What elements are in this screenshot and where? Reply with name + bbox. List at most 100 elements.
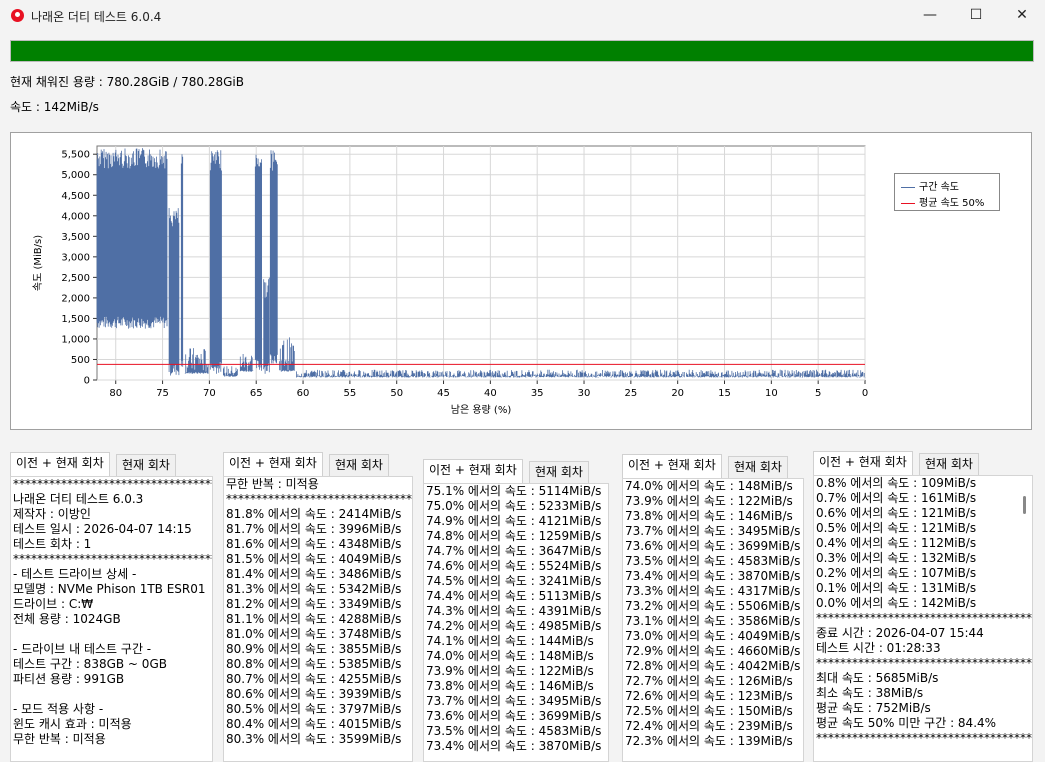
log-line: 81.8% 에서의 속도 : 2414MiB/s [226,507,402,521]
tab-previous-and-current[interactable]: 이전 + 현재 회차 [622,454,722,478]
log-line: 0.6% 에서의 속도 : 121MiB/s [816,506,977,520]
tab-current[interactable]: 현재 회차 [919,453,979,475]
log-line: 73.8% 에서의 속도 : 146MiB/s [426,679,594,693]
log-line: 0.4% 에서의 속도 : 112MiB/s [816,536,977,550]
log-line: ************************************** [226,492,412,506]
tab-current[interactable]: 현재 회차 [116,454,176,476]
log-line: 73.9% 에서의 속도 : 122MiB/s [426,664,594,678]
y-tick-label: 4,000 [61,211,90,222]
log-line: 80.5% 에서의 속도 : 3797MiB/s [226,702,402,716]
log-line: 73.0% 에서의 속도 : 4049MiB/s [625,629,801,643]
y-tick-label: 5,500 [61,150,90,161]
log-list[interactable]: **************************************나래… [10,476,213,762]
x-tick-label: 60 [297,388,310,399]
x-tick-label: 80 [109,388,122,399]
log-line: ************************************** [816,611,1033,625]
tab-previous-and-current[interactable]: 이전 + 현재 회차 [223,452,323,476]
x-tick-label: 20 [671,388,684,399]
log-line: 74.0% 에서의 속도 : 148MiB/s [426,649,594,663]
speed-series-segment [96,148,168,329]
y-tick-label: 0 [84,376,90,387]
log-line: 81.7% 에서의 속도 : 3996MiB/s [226,522,402,536]
tab-previous-and-current[interactable]: 이전 + 현재 회차 [10,452,110,476]
log-list[interactable]: 74.0% 에서의 속도 : 148MiB/s 73.9% 에서의 속도 : 12… [622,478,804,762]
legend-item-average-50: 평균 속도 50% [901,194,984,209]
log-line: 73.5% 에서의 속도 : 4583MiB/s [625,554,801,568]
filled-capacity-label: 현재 채워진 용량 : 780.28GiB / 780.28GiB [10,75,244,89]
log-line: 파티션 용량 : 991GB [13,672,125,686]
speed-series-segment [180,154,184,367]
log-line: 74.3% 에서의 속도 : 4391MiB/s [426,604,602,618]
tab-previous-and-current[interactable]: 이전 + 현재 회차 [813,451,913,475]
log-line: 81.4% 에서의 속도 : 3486MiB/s [226,567,402,581]
log-line: 81.0% 에서의 속도 : 3748MiB/s [226,627,402,641]
speed-series-segment [254,154,262,371]
log-line: 74.2% 에서의 속도 : 4985MiB/s [426,619,602,633]
x-tick-label: 40 [484,388,497,399]
log-line: 테스트 구간 : 838GB ~ 0GB [13,657,167,671]
x-tick-label: 10 [765,388,778,399]
log-line: 0.5% 에서의 속도 : 121MiB/s [816,521,977,535]
log-line: 72.8% 에서의 속도 : 4042MiB/s [625,659,801,673]
log-line: 72.7% 에서의 속도 : 126MiB/s [625,674,793,688]
log-line: 드라이브 : C:₩ [13,597,94,611]
x-tick-label: 5 [815,388,821,399]
log-line: 73.8% 에서의 속도 : 146MiB/s [625,509,793,523]
x-tick-label: 15 [718,388,731,399]
x-axis-label: 남은 용량 (%) [451,404,512,416]
log-line: 80.6% 에서의 속도 : 3939MiB/s [226,687,402,701]
y-tick-label: 500 [71,355,90,366]
log-line: - 드라이브 내 테스트 구간 - [13,642,152,656]
chart-legend: 구간 속도 평균 속도 50% [894,173,1000,211]
log-line: 72.9% 에서의 속도 : 4660MiB/s [625,644,801,658]
log-panel-2: 이전 + 현재 회차 현재 회차 무한 반복 : 미적용 **************… [221,452,415,762]
window-title: 나래온 더티 테스트 6.0.4 [31,10,162,24]
log-list[interactable]: 75.1% 에서의 속도 : 5114MiB/s 75.0% 에서의 속도 : 5… [423,483,609,762]
y-tick-label: 3,500 [61,232,90,243]
tab-current[interactable]: 현재 회차 [329,454,389,476]
log-line: 73.1% 에서의 속도 : 3586MiB/s [625,614,801,628]
speed-chart: 80 75 70 65 60 55 50 45 40 35 30 25 20 15 10 5 0 5,500 5,0… [10,132,1032,430]
log-line: 72.3% 에서의 속도 : 139MiB/s [625,734,793,748]
log-line: 74.8% 에서의 속도 : 1259MiB/s [426,529,602,543]
log-line: 74.4% 에서의 속도 : 5113MiB/s [426,589,602,603]
tab-previous-and-current[interactable]: 이전 + 현재 회차 [423,459,523,483]
y-tick-label: 5,000 [61,170,90,181]
log-line: ************************************** [13,552,212,566]
log-line: 모델명 : NVMe Phison 1TB ESR01 [13,582,206,596]
log-line: 81.6% 에서의 속도 : 4348MiB/s [226,537,402,551]
log-line: 전체 용량 : 1024GB [13,612,121,626]
log-line: 0.0% 에서의 속도 : 142MiB/s [816,596,977,610]
x-tick-label: 50 [390,388,403,399]
log-line: 74.1% 에서의 속도 : 144MiB/s [426,634,594,648]
log-line: 테스트 일시 : 2026-04-07 14:15 [13,522,192,536]
scrollbar-thumb[interactable] [1023,496,1026,514]
log-line: 0.3% 에서의 속도 : 132MiB/s [816,551,977,565]
maximize-button[interactable]: ☐ [953,0,999,32]
log-line: 73.6% 에서의 속도 : 3699MiB/s [625,539,801,553]
fill-progress-bar [10,40,1034,62]
log-line: ************************************** [816,656,1033,670]
x-tick-label: 65 [250,388,263,399]
x-tick-label: 35 [531,388,544,399]
log-list[interactable]: 무한 반복 : 미적용 *****************************… [223,476,413,762]
log-line: 81.5% 에서의 속도 : 4049MiB/s [226,552,402,566]
log-line: 73.7% 에서의 속도 : 3495MiB/s [426,694,602,708]
minimize-button[interactable]: — [907,0,953,32]
log-panel-3: 이전 + 현재 회차 현재 회차 75.1% 에서의 속도 : 5114MiB/s 7… [421,459,611,762]
log-line: ************************************** [13,477,212,491]
log-line: 74.6% 에서의 속도 : 5524MiB/s [426,559,602,573]
log-line: - 모드 적용 사항 - [13,702,104,716]
log-line: 80.9% 에서의 속도 : 3855MiB/s [226,642,402,656]
log-line: 74.9% 에서의 속도 : 4121MiB/s [426,514,602,528]
tab-current[interactable]: 현재 회차 [529,461,589,483]
log-line: 제작자 : 이방인 [13,507,91,521]
close-button[interactable]: ✕ [999,0,1045,32]
log-line: 무한 반복 : 미적용 [226,477,319,491]
tab-current[interactable]: 현재 회차 [728,456,788,478]
log-line: 81.2% 에서의 속도 : 3349MiB/s [226,597,402,611]
log-list[interactable]: 0.8% 에서의 속도 : 109MiB/s 0.7% 에서의 속도 : 161M… [813,475,1033,762]
log-line: 윈도 캐시 효과 : 미적용 [13,717,132,731]
log-line: 75.0% 에서의 속도 : 5233MiB/s [426,499,602,513]
